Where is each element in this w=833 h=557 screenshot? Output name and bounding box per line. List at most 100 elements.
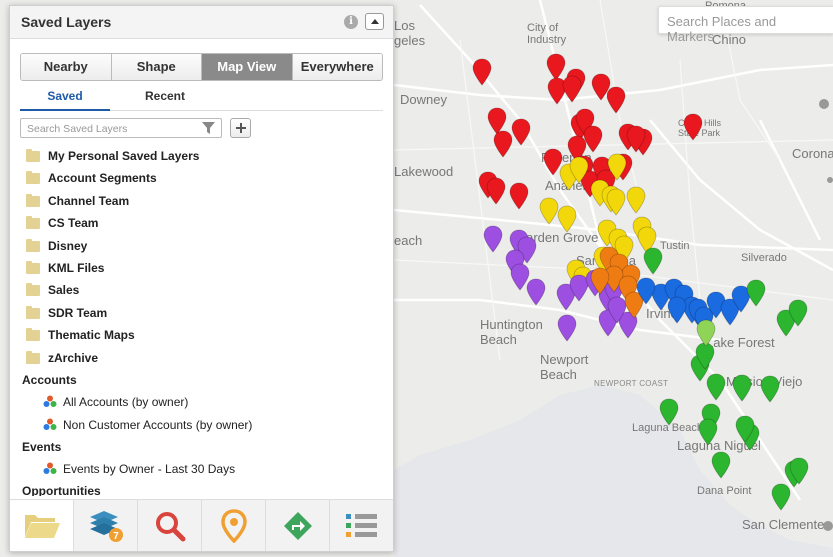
folder-icon xyxy=(26,282,40,296)
purple-map-marker[interactable] xyxy=(483,225,503,253)
folder-item[interactable]: Sales xyxy=(26,280,79,300)
tab-recent[interactable]: Recent xyxy=(120,89,210,111)
yellow-map-marker[interactable] xyxy=(539,197,559,225)
green-map-marker[interactable] xyxy=(771,483,791,511)
layer-markers-icon xyxy=(43,395,57,407)
toolbar-layers-button[interactable]: 7 xyxy=(74,500,138,551)
add-layer-button[interactable] xyxy=(230,118,251,138)
search-places-input[interactable]: Search Places and Markers xyxy=(658,6,833,44)
folder-item[interactable]: CS Team xyxy=(26,213,98,233)
toolbar-search-button[interactable] xyxy=(138,500,202,551)
svg-text:7: 7 xyxy=(113,531,119,542)
folder-icon xyxy=(26,260,40,274)
folder-item[interactable]: My Personal Saved Layers xyxy=(26,146,199,166)
yellow-map-marker[interactable] xyxy=(607,153,627,181)
place-city-of-industry: City of Industry xyxy=(527,22,567,46)
folder-item[interactable]: Channel Team xyxy=(26,191,129,211)
green-map-marker[interactable] xyxy=(760,375,780,403)
segment-nearby[interactable]: Nearby xyxy=(21,54,112,80)
folder-item[interactable]: KML Files xyxy=(26,258,104,278)
place-downey: Downey xyxy=(400,92,447,107)
red-map-marker[interactable] xyxy=(511,118,531,146)
place-silverado: Silverado xyxy=(741,252,787,264)
place-los-angeles: Los geles xyxy=(394,18,426,48)
collapse-panel-button[interactable] xyxy=(365,13,384,30)
green-map-marker[interactable] xyxy=(735,415,755,443)
blue-map-marker[interactable] xyxy=(667,296,687,324)
yellow-map-marker[interactable] xyxy=(569,156,589,184)
yellow-map-marker[interactable] xyxy=(606,188,626,216)
folder-open-icon xyxy=(24,514,60,538)
purple-map-marker[interactable] xyxy=(526,278,546,306)
red-map-marker[interactable] xyxy=(472,58,492,86)
bottom-toolbar: 7 xyxy=(10,499,393,551)
folder-icon xyxy=(26,238,40,252)
folder-icon xyxy=(26,350,40,364)
green-map-marker[interactable] xyxy=(706,373,726,401)
green-map-marker[interactable] xyxy=(732,374,752,402)
layer-tabs: Saved Recent xyxy=(20,88,383,111)
panel-title: Saved Layers xyxy=(21,14,112,30)
folder-item[interactable]: zArchive xyxy=(26,348,98,368)
toolbar-list-button[interactable] xyxy=(330,500,393,551)
layer-markers-icon xyxy=(43,462,57,474)
place-huntington-beach: Huntington Beach xyxy=(480,317,543,347)
info-icon[interactable]: i xyxy=(344,15,358,29)
place-dana-point: Dana Point xyxy=(697,485,752,497)
layer-markers-icon xyxy=(43,418,57,430)
toolbar-pin-button[interactable] xyxy=(202,500,266,551)
folder-icon xyxy=(26,170,40,184)
layer-item[interactable]: Non Customer Accounts (by owner) xyxy=(43,416,252,434)
place-san-clemente: San Clemente xyxy=(742,517,825,532)
folder-icon xyxy=(26,327,40,341)
blue-map-marker[interactable] xyxy=(636,277,656,305)
red-map-marker[interactable] xyxy=(626,125,646,153)
place-corona: Corona xyxy=(792,146,833,161)
segment-map-view[interactable]: Map View xyxy=(202,54,293,80)
folder-icon xyxy=(26,215,40,229)
orange-map-marker[interactable] xyxy=(590,267,610,295)
red-map-marker[interactable] xyxy=(606,86,626,114)
green-map-marker[interactable] xyxy=(789,457,809,485)
place-lake-forest: Lake Forest xyxy=(706,335,775,350)
folder-item[interactable]: SDR Team xyxy=(26,303,107,323)
red-map-marker[interactable] xyxy=(486,177,506,205)
folder-icon xyxy=(26,148,40,162)
folder-icon xyxy=(26,193,40,207)
search-saved-layers-input[interactable]: Search Saved Layers xyxy=(20,118,222,138)
filter-icon[interactable] xyxy=(202,122,215,134)
list-icon xyxy=(345,513,377,537)
folder-item[interactable]: Account Segments xyxy=(26,168,157,188)
map-dot-icon xyxy=(819,99,829,109)
folder-item[interactable]: Thematic Maps xyxy=(26,325,135,345)
purple-map-marker[interactable] xyxy=(557,314,577,342)
yellow-map-marker[interactable] xyxy=(557,205,577,233)
lightgreen-map-marker[interactable] xyxy=(696,319,716,347)
green-map-marker[interactable] xyxy=(711,451,731,479)
red-map-marker[interactable] xyxy=(683,113,703,141)
location-pin-icon xyxy=(220,508,247,543)
segment-shape[interactable]: Shape xyxy=(111,54,202,80)
place-newport-beach: Newport Beach xyxy=(540,352,589,382)
layer-item[interactable]: All Accounts (by owner) xyxy=(43,393,188,411)
green-map-marker[interactable] xyxy=(643,247,663,275)
folder-item[interactable]: Disney xyxy=(26,236,87,256)
layers-icon: 7 xyxy=(89,510,123,542)
saved-layers-panel: Saved Layers i Nearby Shape Map View Eve… xyxy=(9,5,394,552)
red-map-marker[interactable] xyxy=(509,182,529,210)
tab-saved[interactable]: Saved xyxy=(20,89,110,111)
green-map-marker[interactable] xyxy=(659,398,679,426)
green-map-marker[interactable] xyxy=(746,279,766,307)
toolbar-saved-layers-button[interactable] xyxy=(10,500,74,551)
folder-icon xyxy=(26,305,40,319)
green-map-marker[interactable] xyxy=(698,418,718,446)
layer-item[interactable]: Events by Owner - Last 30 Days xyxy=(43,460,235,478)
red-map-marker[interactable] xyxy=(562,75,582,103)
green-map-marker[interactable] xyxy=(788,299,808,327)
yellow-map-marker[interactable] xyxy=(626,186,646,214)
segment-everywhere[interactable]: Everywhere xyxy=(292,54,382,80)
red-map-marker[interactable] xyxy=(493,130,513,158)
panel-header: Saved Layers i xyxy=(10,6,393,39)
section-events: Events xyxy=(22,440,62,454)
toolbar-route-button[interactable] xyxy=(266,500,330,551)
